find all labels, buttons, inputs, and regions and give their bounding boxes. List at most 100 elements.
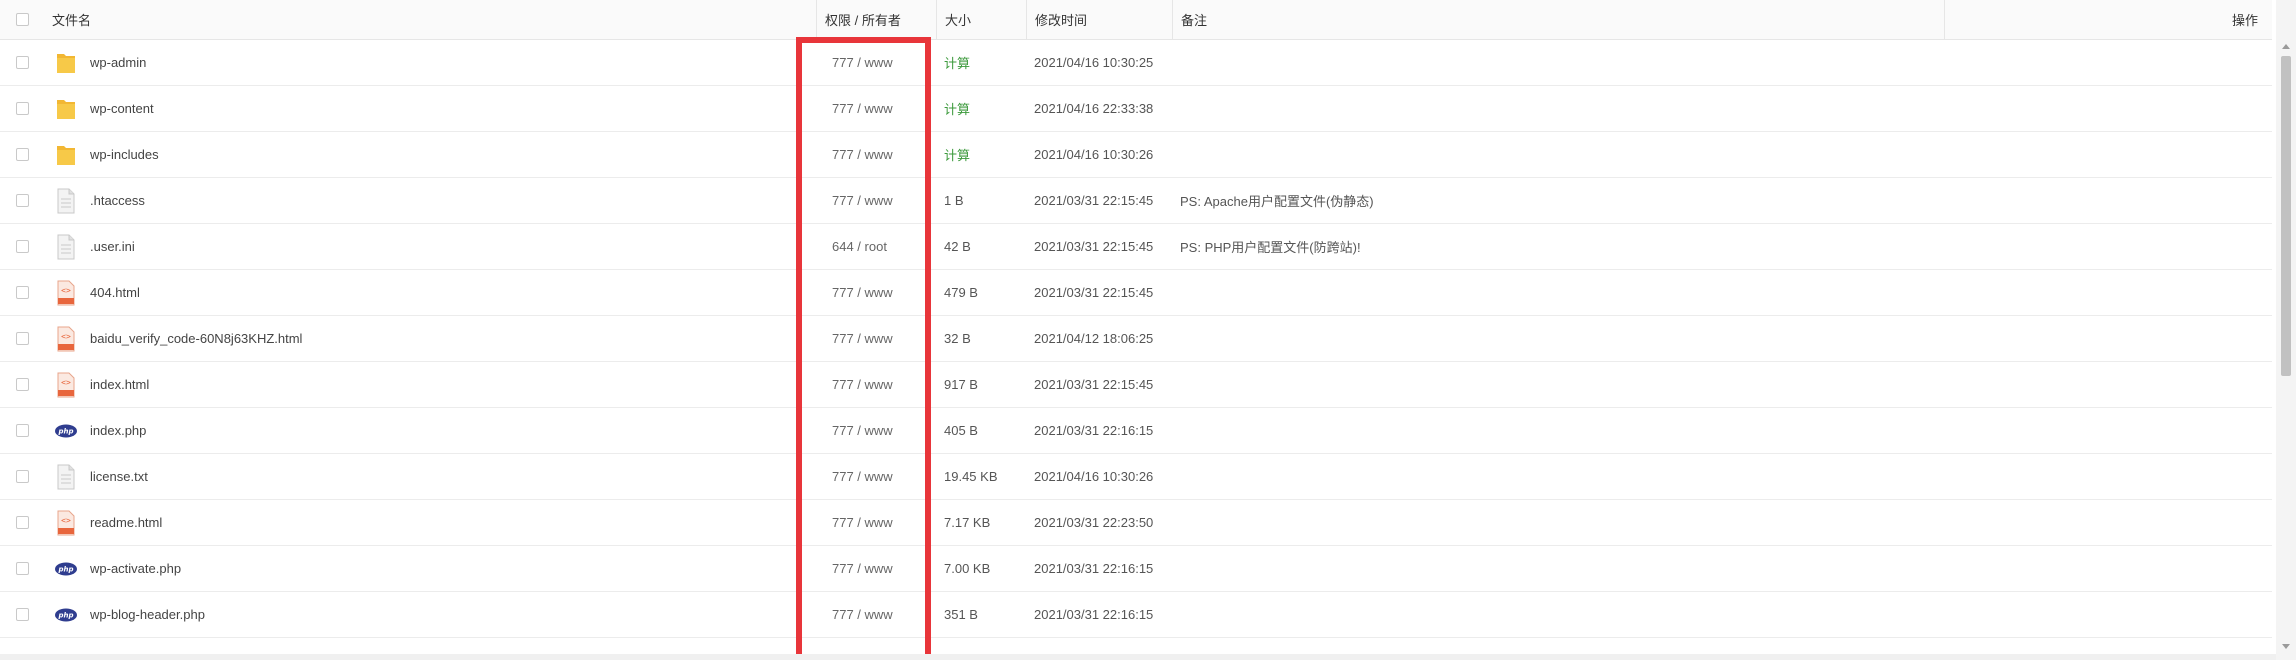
row-checkbox[interactable] — [15, 240, 29, 253]
note-cell[interactable] — [1172, 362, 1944, 407]
table-row[interactable]: wp-admin 777 / www 计算 2021/04/16 10:30:25 — [0, 40, 2272, 86]
row-checkbox[interactable] — [15, 102, 29, 115]
row-checkbox[interactable] — [15, 148, 29, 161]
html-file-icon[interactable]: <> — [54, 510, 78, 536]
row-checkbox[interactable] — [15, 332, 29, 345]
permission-link[interactable]: 777 / www — [824, 423, 893, 438]
table-row[interactable]: php index.php 777 / www 405 B 2021/03/31 22:… — [0, 408, 2272, 454]
note-cell[interactable] — [1172, 40, 1944, 85]
row-checkbox[interactable] — [15, 378, 29, 391]
row-checkbox[interactable] — [15, 424, 29, 437]
row-select-cell — [0, 86, 44, 131]
text-file-icon[interactable] — [54, 188, 78, 214]
table-row[interactable]: .htaccess 777 / www 1 B 2021/03/31 22:15:45… — [0, 178, 2272, 224]
note-cell[interactable] — [1172, 86, 1944, 131]
select-all-checkbox[interactable] — [15, 13, 29, 26]
row-checkbox[interactable] — [15, 286, 29, 299]
vertical-scrollbar[interactable] — [2276, 0, 2296, 660]
calculate-size-link[interactable]: 计算 — [944, 99, 970, 118]
file-size: 32 B — [944, 331, 971, 346]
permission-link[interactable]: 777 / www — [824, 285, 893, 300]
note-cell[interactable] — [1172, 316, 1944, 361]
note-cell[interactable] — [1172, 408, 1944, 453]
php-file-icon[interactable]: php — [54, 418, 78, 444]
permission-link[interactable]: 777 / www — [824, 515, 893, 530]
file-size: 7.17 KB — [944, 515, 991, 530]
table-row[interactable]: license.txt 777 / www 19.45 KB 2021/04/16 1… — [0, 454, 2272, 500]
scrollbar-thumb[interactable] — [2281, 56, 2291, 376]
permission-link[interactable]: 777 / www — [824, 331, 893, 346]
html-file-icon[interactable]: <> — [54, 280, 78, 306]
calculate-size-link[interactable]: 计算 — [944, 53, 970, 72]
row-checkbox[interactable] — [15, 608, 29, 621]
note-cell[interactable] — [1172, 546, 1944, 591]
size-cell: 42 B — [936, 224, 1026, 269]
table-row[interactable]: <> 404.html 777 / www 479 B 2021/03/31 22:15… — [0, 270, 2272, 316]
file-name-link[interactable]: wp-blog-header.php — [90, 607, 205, 622]
table-row[interactable]: <> readme.html 777 / www 7.17 KB 2021/03/31 … — [0, 500, 2272, 546]
size-cell: 7.17 KB — [936, 500, 1026, 545]
table-row[interactable]: php wp-activate.php 777 / www 7.00 KB 2021/0… — [0, 546, 2272, 592]
table-row[interactable]: .user.ini 644 / root 42 B 2021/03/31 22:15:… — [0, 224, 2272, 270]
file-name-link[interactable]: baidu_verify_code-60N8j63KHZ.html — [90, 331, 302, 346]
note-cell[interactable] — [1172, 500, 1944, 545]
header-size[interactable]: 大小 — [936, 0, 1026, 39]
note-cell[interactable] — [1172, 270, 1944, 315]
text-file-icon[interactable] — [54, 234, 78, 260]
html-file-icon[interactable]: <> — [54, 326, 78, 352]
file-name-link[interactable]: license.txt — [90, 469, 148, 484]
file-name-link[interactable]: wp-activate.php — [90, 561, 181, 576]
header-mtime[interactable]: 修改时间 — [1026, 0, 1172, 39]
table-header: 文件名 权限 / 所有者 大小 修改时间 备注 操作 — [0, 0, 2272, 40]
table-row[interactable]: <> index.html 777 / www 917 B 2021/03/31 22:… — [0, 362, 2272, 408]
calculate-size-link[interactable]: 计算 — [944, 145, 970, 164]
scroll-down-icon[interactable] — [2282, 644, 2290, 649]
note-cell[interactable]: PS: PHP用户配置文件(防跨站)! — [1172, 224, 1944, 269]
permission-link[interactable]: 777 / www — [824, 469, 893, 484]
folder-icon[interactable] — [54, 142, 78, 168]
permission-link[interactable]: 777 / www — [824, 193, 893, 208]
mtime-cell: 2021/04/16 10:30:26 — [1034, 469, 1154, 484]
file-name-link[interactable]: wp-admin — [90, 55, 146, 70]
file-name-link[interactable]: 404.html — [90, 285, 140, 300]
table-row[interactable]: wp-content 777 / www 计算 2021/04/16 22:33:38 — [0, 86, 2272, 132]
mtime-cell: 2021/04/16 22:33:38 — [1034, 101, 1154, 116]
row-checkbox[interactable] — [15, 194, 29, 207]
row-checkbox[interactable] — [15, 562, 29, 575]
note-cell[interactable]: PS: Apache用户配置文件(伪静态) — [1172, 178, 1944, 223]
note-cell[interactable] — [1172, 592, 1944, 637]
file-name-link[interactable]: wp-content — [90, 101, 154, 116]
php-file-icon[interactable]: php — [54, 602, 78, 628]
text-file-icon[interactable] — [54, 464, 78, 490]
table-row[interactable]: <> baidu_verify_code-60N8j63KHZ.html 777 /… — [0, 316, 2272, 362]
table-row[interactable]: wp-includes 777 / www 计算 2021/04/16 10:30:2… — [0, 132, 2272, 178]
row-checkbox[interactable] — [15, 56, 29, 69]
file-name-link[interactable]: index.html — [90, 377, 149, 392]
scroll-up-icon[interactable] — [2282, 44, 2290, 49]
file-name-link[interactable]: .htaccess — [90, 193, 145, 208]
php-file-icon[interactable]: php — [54, 556, 78, 582]
folder-icon[interactable] — [54, 50, 78, 76]
file-name-link[interactable]: .user.ini — [90, 239, 135, 254]
row-checkbox[interactable] — [15, 516, 29, 529]
mtime-cell: 2021/03/31 22:15:45 — [1034, 239, 1154, 254]
permission-link[interactable]: 644 / root — [824, 239, 887, 254]
horizontal-scrollbar[interactable] — [0, 654, 2276, 660]
permission-link[interactable]: 777 / www — [824, 147, 893, 162]
html-file-icon[interactable]: <> — [54, 372, 78, 398]
table-row[interactable]: php wp-blog-header.php 777 / www 351 B 2021/… — [0, 592, 2272, 638]
header-permission[interactable]: 权限 / 所有者 — [816, 0, 936, 39]
note-cell[interactable] — [1172, 132, 1944, 177]
row-checkbox[interactable] — [15, 470, 29, 483]
note-cell[interactable] — [1172, 454, 1944, 499]
file-name-link[interactable]: readme.html — [90, 515, 162, 530]
permission-link[interactable]: 777 / www — [824, 101, 893, 116]
permission-link[interactable]: 777 / www — [824, 377, 893, 392]
permission-link[interactable]: 777 / www — [824, 607, 893, 622]
permission-link[interactable]: 777 / www — [824, 55, 893, 70]
file-name-link[interactable]: wp-includes — [90, 147, 159, 162]
file-name-link[interactable]: index.php — [90, 423, 146, 438]
folder-icon[interactable] — [54, 96, 78, 122]
permission-link[interactable]: 777 / www — [824, 561, 893, 576]
header-name[interactable]: 文件名 — [44, 0, 816, 39]
